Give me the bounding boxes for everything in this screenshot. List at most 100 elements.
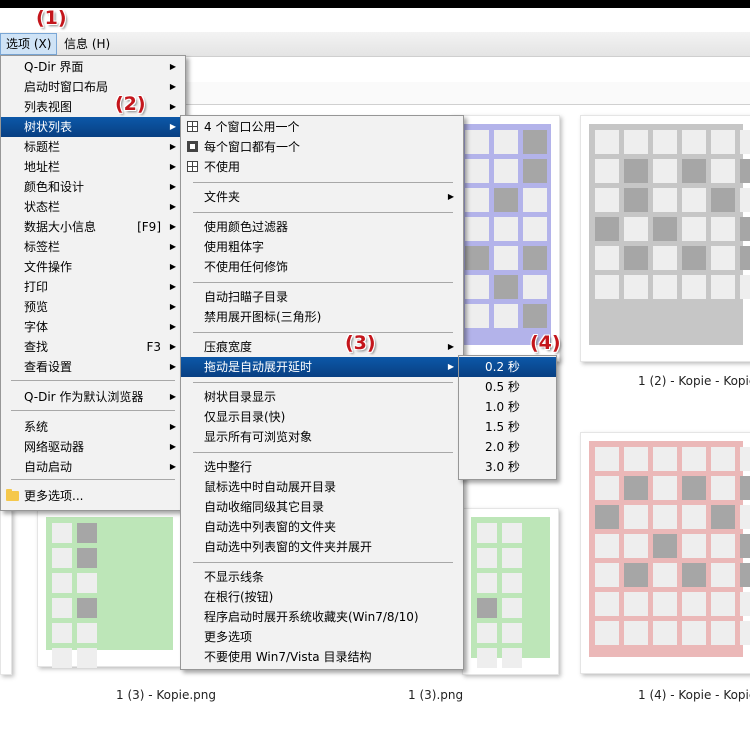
file-caption[interactable]: 1 (3) - Kopie.png [116, 688, 216, 702]
pattern-cell [465, 217, 489, 241]
main-menu-item[interactable]: 树状列表 ▶ [1, 117, 185, 137]
pattern-cell [494, 130, 518, 154]
main-menu-item[interactable]: 数据大小信息 [F9] ▶ [1, 217, 185, 237]
tree-menu-item[interactable]: 每个窗口都有一个 [181, 137, 463, 157]
main-menu-item[interactable]: 更多选项... [1, 486, 185, 506]
delay-menu-item[interactable]: 2.0 秒 [459, 437, 556, 457]
pattern-cell [502, 648, 522, 668]
pattern-cell [494, 188, 518, 212]
delay-menu-item[interactable]: 1.5 秒 [459, 417, 556, 437]
file-thumbnail[interactable] [37, 508, 182, 668]
tree-menu-item[interactable]: 显示所有可浏览对象 [181, 427, 463, 447]
menu-item-label: 树状目录显示 [204, 390, 277, 404]
main-menu-item[interactable]: Q-Dir 界面 ▶ [1, 57, 185, 77]
main-menu-item[interactable]: 字体 ▶ [1, 317, 185, 337]
main-menu-item[interactable]: 启动时窗口布局 ▶ [1, 77, 185, 97]
pattern-cell [477, 548, 497, 568]
main-menu-item[interactable]: 文件操作 ▶ [1, 257, 185, 277]
main-menu-item[interactable]: 列表视图 ▶ [1, 97, 185, 117]
tree-menu-item[interactable]: 自动扫瞄子目录 [181, 287, 463, 307]
tree-menu-item[interactable]: 不使用任何修饰 [181, 257, 463, 277]
pattern-cell [711, 621, 735, 645]
delay-menu-item[interactable]: 1.0 秒 [459, 397, 556, 417]
menu-item-label: 显示所有可浏览对象 [204, 430, 313, 444]
delay-menu-item[interactable]: 0.5 秒 [459, 377, 556, 397]
tree-menu-item[interactable]: 文件夹 ▶ [181, 187, 463, 207]
tree-menu-item[interactable]: 程序启动时展开系统收藏夹(Win7/8/10) [181, 607, 463, 627]
menu-options[interactable]: 选项 (X) [0, 33, 58, 55]
main-menu-item[interactable]: 打印 ▶ [1, 277, 185, 297]
main-menu-item[interactable]: 地址栏 ▶ [1, 157, 185, 177]
tree-menu-item[interactable]: 仅显示目录(快) [181, 407, 463, 427]
menu-item-label: 状态栏 [24, 200, 61, 214]
tree-menu-item[interactable]: 树状目录显示 [181, 387, 463, 407]
file-caption[interactable]: 1 (4) - Kopie - Kopie.png [638, 688, 750, 702]
pattern-cell [711, 217, 735, 241]
main-menu-item[interactable]: 预览 ▶ [1, 297, 185, 317]
tree-menu-item[interactable]: 更多选项 [181, 627, 463, 647]
thumbnail-image [589, 441, 750, 657]
menu-item-label: 自动选中列表窗的文件夹并展开 [204, 540, 373, 554]
menu-item-label: 不使用任何修饰 [204, 260, 289, 274]
main-menu-item[interactable]: Q-Dir 作为默认浏览器 ▶ [1, 387, 185, 407]
menu-item-label: 地址栏 [24, 160, 61, 174]
tree-menu-item[interactable]: 自动选中列表窗的文件夹并展开 [181, 537, 463, 557]
thumbnail-image [46, 517, 173, 668]
annotation-4: (4) [530, 332, 561, 354]
submenu-arrow-icon: ▶ [447, 342, 454, 351]
submenu-arrow-icon: ▶ [169, 202, 176, 211]
pattern-cell [711, 447, 735, 471]
menu-item-label: 仅显示目录(快) [204, 410, 286, 424]
tree-menu-item[interactable]: 使用粗体字 [181, 237, 463, 257]
tree-menu-item[interactable]: 不要使用 Win7/Vista 目录结构 [181, 647, 463, 667]
menu-item-label: 压痕宽度 [204, 340, 253, 354]
pattern-cell [595, 246, 619, 270]
main-menu-item[interactable]: 查找 F3 ▶ [1, 337, 185, 357]
radio-checked-icon [187, 141, 198, 152]
pattern-cell [523, 130, 547, 154]
tree-menu-item[interactable]: 自动选中列表窗的文件夹 [181, 517, 463, 537]
submenu-arrow-icon: ▶ [169, 462, 176, 471]
tree-menu-item[interactable]: 压痕宽度 ▶ [181, 337, 463, 357]
tree-menu-item[interactable]: 不显示线条 [181, 567, 463, 587]
submenu-arrow-icon: ▶ [169, 422, 176, 431]
tree-menu-item[interactable]: 在根行(按钮) [181, 587, 463, 607]
menu-separator [11, 380, 175, 381]
menu-info[interactable]: 信息 (H) [59, 34, 115, 54]
main-menu-item[interactable]: 自动启动 ▶ [1, 457, 185, 477]
main-menu-item[interactable]: 状态栏 ▶ [1, 197, 185, 217]
pattern-cell [682, 505, 706, 529]
main-menu-item[interactable]: 查看设置 ▶ [1, 357, 185, 377]
file-caption[interactable]: 1 (3).png [408, 688, 463, 702]
main-menu-item[interactable]: 颜色和设计 ▶ [1, 177, 185, 197]
file-thumbnail[interactable] [580, 432, 750, 674]
file-thumbnail[interactable] [450, 115, 560, 362]
main-menu-item[interactable]: 标题栏 ▶ [1, 137, 185, 157]
file-thumbnail[interactable] [462, 508, 559, 675]
tree-menu-item[interactable]: 拖动是自动展开延时 ▶ [181, 357, 463, 377]
window-grid-icon [187, 121, 198, 132]
thumbnail-pattern [465, 130, 547, 328]
file-thumbnail[interactable] [0, 508, 12, 675]
tree-menu-item[interactable]: 4 个窗口公用一个 [181, 117, 463, 137]
pattern-cell [52, 548, 72, 568]
tree-menu-item[interactable]: 不使用 [181, 157, 463, 177]
file-thumbnail[interactable] [580, 115, 750, 362]
delay-menu-item[interactable]: 0.2 秒 [459, 357, 556, 377]
tree-menu-item[interactable]: 自动收缩同级其它目录 [181, 497, 463, 517]
tree-menu-item[interactable]: 禁用展开图标(三角形) [181, 307, 463, 327]
pattern-cell [711, 563, 735, 587]
file-caption[interactable]: 1 (2) - Kopie - Kopie.png [638, 374, 750, 388]
pattern-cell [740, 592, 750, 616]
pattern-cell [523, 275, 547, 299]
delay-menu-item[interactable]: 3.0 秒 [459, 457, 556, 477]
main-menu-item[interactable]: 标签栏 ▶ [1, 237, 185, 257]
tree-menu-item[interactable]: 鼠标选中时自动展开目录 [181, 477, 463, 497]
pattern-cell [624, 246, 648, 270]
tree-menu-item[interactable]: 选中整行 [181, 457, 463, 477]
pattern-cell [740, 563, 750, 587]
main-menu-item[interactable]: 系统 ▶ [1, 417, 185, 437]
address-bar[interactable] [180, 82, 750, 105]
main-menu-item[interactable]: 网络驱动器 ▶ [1, 437, 185, 457]
tree-menu-item[interactable]: 使用颜色过滤器 [181, 217, 463, 237]
